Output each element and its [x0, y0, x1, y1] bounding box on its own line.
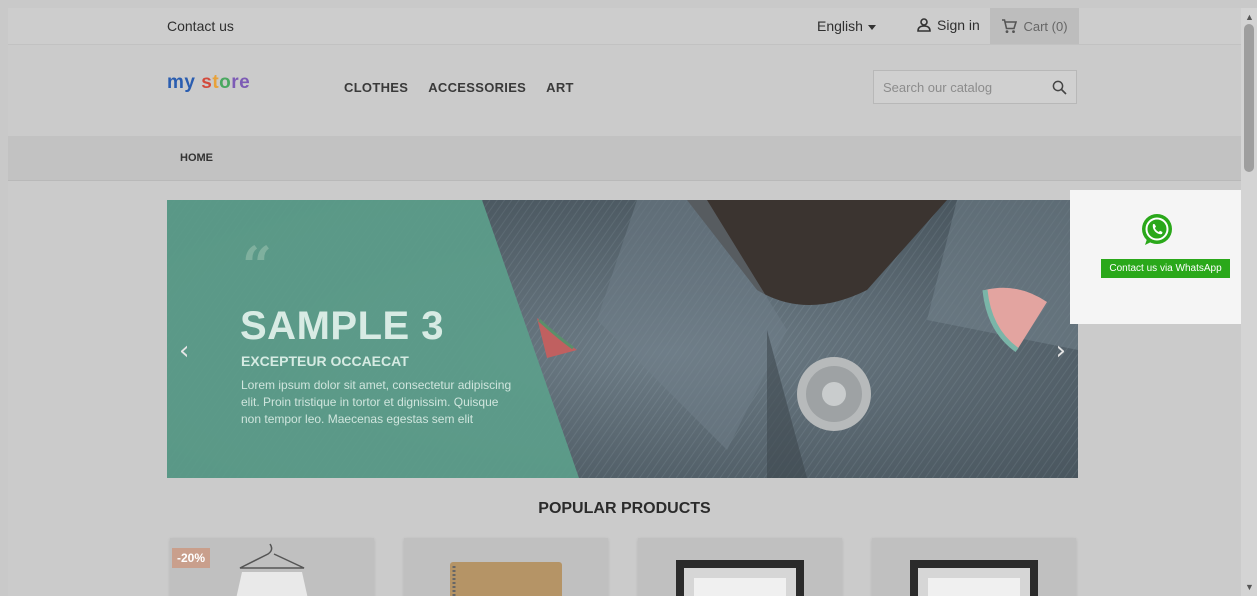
search-box — [873, 70, 1077, 104]
cart-button[interactable]: Cart (0) — [990, 8, 1079, 44]
whatsapp-icon[interactable] — [1139, 212, 1175, 248]
whatsapp-contact-button[interactable]: Contact us via WhatsApp — [1101, 259, 1230, 278]
nav-item-accessories[interactable]: ACCESSORIES — [428, 80, 526, 95]
logo-part: re — [231, 72, 251, 93]
sign-in-label: Sign in — [937, 17, 980, 33]
site-header: my store CLOTHES ACCESSORIES ART — [8, 45, 1241, 135]
whatsapp-widget: Contact us via WhatsApp — [1070, 190, 1249, 324]
slider-prev-arrow-icon[interactable]: ‹ — [179, 336, 189, 366]
product-card[interactable] — [404, 538, 608, 596]
discount-badge: -20% — [172, 548, 211, 568]
contact-us-link[interactable]: Contact us — [167, 18, 234, 34]
logo-part: my — [167, 72, 196, 93]
logo-part: s — [195, 72, 213, 93]
product-card[interactable] — [872, 538, 1076, 596]
main-nav: CLOTHES ACCESSORIES ART — [344, 80, 574, 95]
breadcrumb-home[interactable]: HOME — [180, 152, 213, 164]
slide-description: Lorem ipsum dolor sit amet, consectetur … — [241, 378, 512, 426]
scroll-thumb[interactable] — [1244, 24, 1254, 172]
cart-icon — [1002, 18, 1018, 33]
caret-down-icon — [867, 24, 876, 30]
slide-subtitle: EXCEPTEUR OCCAECAT — [241, 353, 409, 369]
search-icon[interactable] — [1052, 80, 1067, 95]
product-card[interactable] — [638, 538, 842, 596]
product-list: -20% — [170, 538, 1082, 596]
frame-image — [676, 560, 804, 596]
nav-item-art[interactable]: ART — [546, 80, 574, 95]
image-slider: “ SAMPLE 3 EXCEPTEUR OCCAECAT Lorem ipsu… — [167, 200, 1078, 478]
top-bar: Contact us English Sign in Cart (0) — [8, 8, 1241, 45]
store-page: Contact us English Sign in Cart (0) my s… — [8, 8, 1241, 596]
user-icon — [917, 18, 931, 32]
page-scrollbar[interactable]: ▲ ▼ — [1241, 8, 1257, 596]
logo-part: o — [219, 72, 232, 93]
product-card[interactable]: -20% — [170, 538, 374, 596]
cart-label: Cart (0) — [1023, 18, 1068, 34]
quote-mark: “ — [242, 236, 272, 297]
language-label: English — [817, 18, 863, 34]
search-input[interactable] — [874, 71, 1053, 103]
slide-title: SAMPLE 3 — [240, 304, 445, 348]
notebook-image — [450, 562, 562, 596]
popular-products-heading: POPULAR PRODUCTS — [538, 500, 711, 517]
scroll-up-icon[interactable]: ▲ — [1245, 12, 1254, 22]
nav-item-clothes[interactable]: CLOTHES — [344, 80, 408, 95]
store-logo[interactable]: my store — [167, 72, 250, 94]
breadcrumb-bar: HOME — [8, 136, 1241, 181]
scroll-down-icon[interactable]: ▼ — [1245, 582, 1254, 592]
frame-image — [910, 560, 1038, 596]
language-selector[interactable]: English — [817, 18, 876, 34]
sign-in-link[interactable]: Sign in — [916, 17, 980, 33]
slider-next-arrow-icon[interactable]: › — [1056, 336, 1066, 366]
